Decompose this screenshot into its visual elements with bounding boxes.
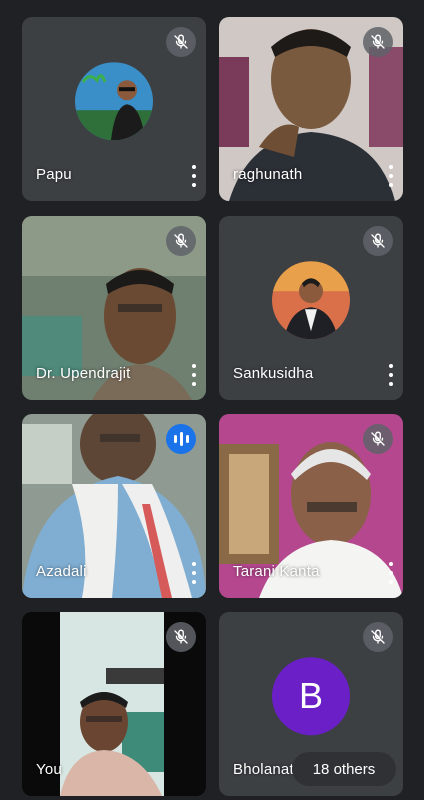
participant-avatar [272, 261, 350, 340]
more-options-icon[interactable] [387, 364, 395, 386]
audio-level-icon [166, 424, 196, 454]
participant-tile-raghunath[interactable]: raghunath [219, 17, 403, 201]
participant-name: You [36, 761, 62, 778]
participant-name: raghunath [233, 166, 303, 183]
participant-name: Dr. Upendrajit [36, 365, 131, 382]
mic-off-icon [166, 226, 196, 256]
more-options-icon[interactable] [387, 165, 395, 187]
participant-avatar [75, 62, 153, 141]
participant-tile-sankusidha[interactable]: Sankusidha [219, 216, 403, 400]
mic-off-icon [166, 27, 196, 57]
participant-tile-papu[interactable]: Papu [22, 17, 206, 201]
participant-name: Papu [36, 166, 72, 183]
more-options-icon[interactable] [387, 562, 395, 584]
mic-off-icon [363, 622, 393, 652]
mic-off-icon [166, 622, 196, 652]
participant-tile-azadali[interactable]: Azadali [22, 414, 206, 598]
more-options-icon[interactable] [190, 562, 198, 584]
more-options-icon[interactable] [190, 165, 198, 187]
mic-off-icon [363, 226, 393, 256]
more-options-icon[interactable] [190, 364, 198, 386]
letter-avatar: B [272, 657, 350, 736]
mic-off-icon [363, 27, 393, 57]
participant-name: Azadali [36, 563, 87, 580]
participant-tile-you[interactable]: You [22, 612, 206, 796]
others-count-button[interactable]: 18 others [292, 752, 396, 786]
participant-name: Tarani Kanta [233, 563, 320, 580]
mic-off-icon [363, 424, 393, 454]
participant-name: Sankusidha [233, 365, 314, 382]
participant-tile-tarani-kanta[interactable]: Tarani Kanta [219, 414, 403, 598]
participant-tile-upendrajit[interactable]: Dr. Upendrajit [22, 216, 206, 400]
